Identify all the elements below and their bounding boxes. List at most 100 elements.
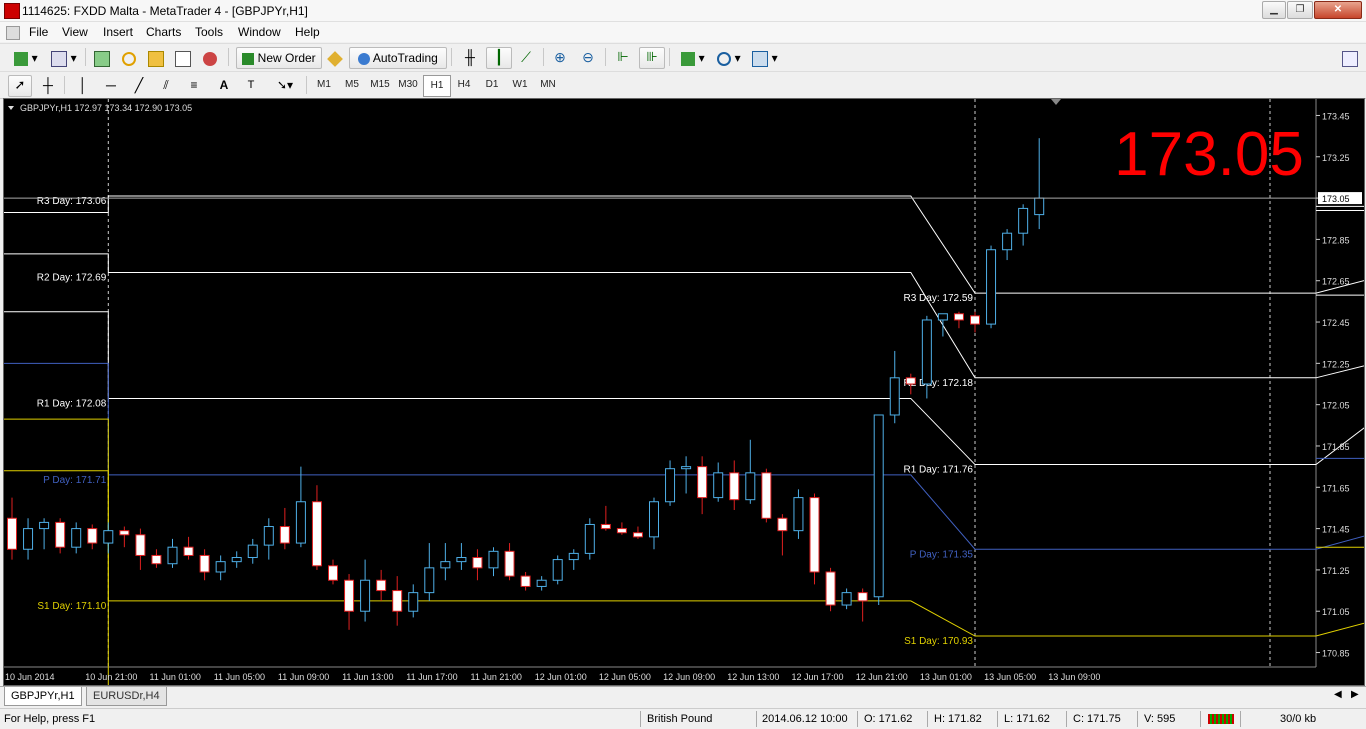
price-chart[interactable]: R3 Day: 173.06R2 Day: 172.69R1 Day: 172.… (4, 99, 1364, 685)
y-tick-label: 172.45 (1322, 318, 1350, 328)
crosshair-button[interactable]: ┼ (36, 75, 60, 97)
autotrading-icon (358, 52, 371, 65)
timeframe-mn-button[interactable]: MN (535, 75, 561, 95)
auto-scroll-button[interactable]: ⊩ (611, 47, 635, 69)
x-tick-label: 11 Jun 01:00 (150, 672, 201, 682)
horizontal-line-button[interactable]: ─ (100, 75, 122, 97)
candle-body (295, 501, 306, 544)
toolbar-separator (85, 48, 86, 66)
title-bar: 1114625: FXDD Malta - MetaTrader 4 - [GB… (0, 0, 1366, 22)
chart-shift-button[interactable]: ⊪ (639, 47, 665, 69)
menu-file[interactable]: File (29, 25, 48, 39)
tab-scroll-left-icon[interactable]: ◀ (1334, 689, 1342, 700)
candlestick-chart-button[interactable]: ┃ (486, 47, 512, 69)
market-watch-button[interactable] (90, 47, 114, 69)
candle-body (247, 544, 258, 559)
profiles-button[interactable]: ▾ (46, 47, 82, 69)
data-window-button[interactable] (117, 47, 141, 69)
menu-view[interactable]: View (62, 25, 88, 39)
equidistant-channel-button[interactable]: ⫽ (155, 75, 177, 97)
candle-body (183, 546, 194, 556)
status-separator (857, 711, 858, 727)
cursor-button[interactable]: ➚ (8, 75, 32, 97)
menu-tools[interactable]: Tools (195, 25, 223, 39)
candle-body (392, 590, 403, 612)
y-tick-label: 172.05 (1322, 401, 1350, 411)
candlestick-icon: ┃ (494, 49, 504, 65)
timeframe-m5-button[interactable]: M5 (339, 75, 365, 95)
x-tick-label: 10 Jun 2014 (5, 672, 55, 682)
text-label-button[interactable]: T (240, 75, 262, 97)
tab-scroll-right-icon[interactable]: ▶ (1351, 689, 1359, 700)
y-tick-label: 172.65 (1322, 277, 1350, 287)
pivot-label: R2 Day: 172.69 (37, 273, 107, 284)
candle-body (761, 472, 772, 519)
menu-help[interactable]: Help (295, 25, 320, 39)
candle-body (552, 559, 563, 581)
y-tick-label: 171.45 (1322, 525, 1350, 535)
candle-body (536, 579, 547, 587)
timeframe-h4-button[interactable]: H4 (451, 75, 477, 95)
timeframe-m15-button[interactable]: M15 (367, 75, 393, 95)
new-order-icon (242, 52, 255, 65)
tab-eurusd-h4[interactable]: EURUSDr,H4 (86, 687, 167, 706)
candle-body (440, 561, 451, 569)
x-tick-label: 13 Jun 05:00 (984, 672, 1036, 682)
timeframe-h1-button[interactable]: H1 (423, 75, 451, 97)
candle-body (921, 319, 932, 385)
status-separator (927, 711, 928, 727)
new-chart-button[interactable]: ▾ (6, 47, 46, 69)
indicators-button[interactable]: ▾ (675, 47, 711, 69)
menu-bar: File View Insert Charts Tools Window Hel… (0, 22, 1366, 59)
status-profile[interactable]: British Pound (647, 713, 712, 725)
terminal-button[interactable] (171, 47, 195, 69)
status-separator (1137, 711, 1138, 727)
x-tick-label: 13 Jun 09:00 (1048, 672, 1100, 682)
timeframe-m30-button[interactable]: M30 (395, 75, 421, 95)
candle-body (568, 552, 579, 561)
timeframe-m1-button[interactable]: M1 (311, 75, 337, 95)
zoom-out-button[interactable]: ⊖ (576, 47, 600, 69)
chart-system-menu-icon[interactable] (6, 26, 20, 40)
new-order-label: New Order (257, 51, 316, 65)
new-order-button[interactable]: New Order (236, 47, 322, 69)
menu-insert[interactable]: Insert (103, 25, 133, 39)
menu-charts[interactable]: Charts (146, 25, 181, 39)
candle-body (1002, 232, 1013, 251)
status-low: L: 171.62 (1004, 713, 1050, 725)
x-tick-label: 12 Jun 05:00 (599, 672, 651, 682)
strategy-tester-button[interactable] (198, 47, 222, 69)
vertical-line-button[interactable]: │ (72, 75, 94, 97)
chart-window[interactable]: R3 Day: 173.06 R2 Day: 172.69 R1 Day: 172.… (3, 98, 1365, 686)
text-button[interactable]: A (213, 75, 235, 97)
autotrading-button[interactable]: AutoTrading (349, 47, 447, 69)
maximize-button[interactable]: ❐ (1287, 1, 1313, 19)
trendline-button[interactable]: ╱ (128, 75, 150, 97)
candle-body (665, 468, 676, 503)
y-tick-label: 172.85 (1322, 235, 1350, 245)
connection-status-icon[interactable] (1208, 714, 1234, 724)
fibonacci-button[interactable]: ≡ (183, 75, 205, 97)
metaeditor-button[interactable] (323, 47, 347, 69)
tab-gbpjpy-h1[interactable]: GBPJPYr,H1 (4, 687, 82, 706)
navigator-button[interactable] (144, 47, 168, 69)
folder-icon (148, 50, 164, 67)
help-button[interactable] (1338, 47, 1362, 69)
arrows-button[interactable]: ➘▾ (270, 75, 300, 97)
bar-chart-button[interactable]: ╫ (458, 47, 482, 69)
zoom-in-button[interactable]: ⊕ (548, 47, 572, 69)
candle-body (360, 579, 371, 612)
channel-icon: ⫽ (163, 78, 169, 92)
minimize-button[interactable]: ▁ (1262, 1, 1286, 19)
line-chart-button[interactable]: ⟋ (514, 47, 538, 69)
candle-body (697, 466, 708, 499)
toolbar-separator (605, 48, 606, 66)
help-icon (1342, 50, 1358, 67)
candle-body (456, 557, 467, 563)
timeframe-w1-button[interactable]: W1 (507, 75, 533, 95)
menu-window[interactable]: Window (238, 25, 281, 39)
timeframe-d1-button[interactable]: D1 (479, 75, 505, 95)
periods-button[interactable]: ▾ (712, 47, 746, 69)
close-button[interactable]: ✕ (1314, 1, 1362, 19)
templates-button[interactable]: ▾ (748, 47, 782, 69)
